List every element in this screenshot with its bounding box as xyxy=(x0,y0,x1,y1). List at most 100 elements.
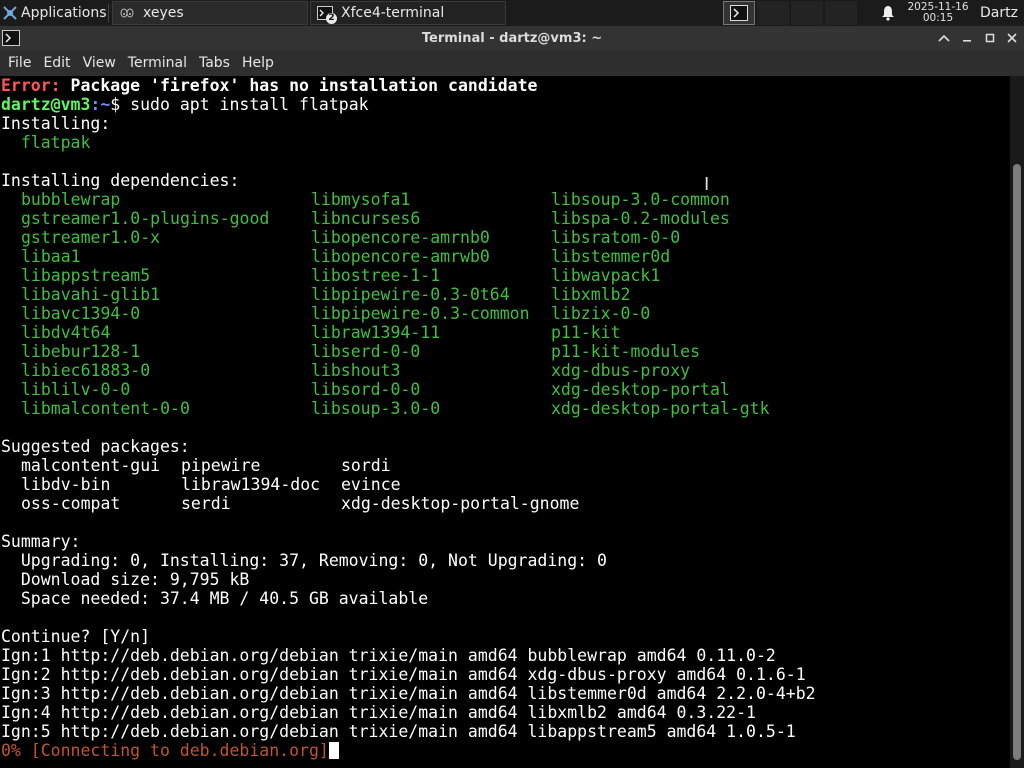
suggested-package: xdg-desktop-portal-gnome xyxy=(341,494,580,513)
taskbar-button-terminal[interactable]: 2 Xfce4-terminal xyxy=(310,1,506,25)
ign-line: Ign:5 http://deb.debian.org/debian trixi… xyxy=(1,722,796,741)
window-titlebar[interactable]: Terminal - dartz@vm3: ~ xyxy=(0,26,1024,50)
suggested-row: oss-compat serdi xdg-desktop-portal-gnome xyxy=(0,494,1010,513)
window-menu-icon[interactable] xyxy=(1,29,21,47)
top-panel: Applications xeyes 2 Xfce4-terminal 2025… xyxy=(0,0,1024,26)
dependency-package: libappstream5 xyxy=(21,266,151,285)
ign-line: Ign:1 http://deb.debian.org/debian trixi… xyxy=(1,646,776,665)
scrollbar-thumb[interactable] xyxy=(1013,164,1021,760)
dependency-package: libpipewire-0.3-0t64 xyxy=(311,285,510,304)
dependency-package: libiec61883-0 xyxy=(21,361,151,380)
dependency-package: libopencore-amrwb0 xyxy=(311,247,490,266)
workspace-3-button[interactable] xyxy=(791,1,823,25)
menu-help[interactable]: Help xyxy=(237,50,279,76)
dependency-package: libraw1394-11 xyxy=(311,323,441,342)
dependency-row: liblilv-0-0 libsord-0-0 xdg-desktop-portal xyxy=(0,380,1010,399)
menu-terminal[interactable]: Terminal xyxy=(123,50,192,76)
maximize-button[interactable] xyxy=(980,28,1000,48)
dependency-package: libmalcontent-0-0 xyxy=(21,399,190,418)
workspace-1-button[interactable] xyxy=(723,1,755,25)
minimize-button[interactable] xyxy=(957,28,977,48)
progress-text: 0% [Connecting to deb.debian.org] xyxy=(1,741,329,760)
user-menu[interactable]: Dartz xyxy=(974,5,1024,21)
terminal-output[interactable]: Error: Package 'firefox' has no installa… xyxy=(0,76,1010,768)
dependency-package: libavc1394-0 xyxy=(21,304,141,323)
dependency-row: bubblewrap libmysofa1 libsoup-3.0-common xyxy=(0,190,1010,209)
dependency-package: gstreamer1.0-x xyxy=(21,228,161,247)
menu-edit[interactable]: Edit xyxy=(38,50,75,76)
dependency-package: libmysofa1 xyxy=(311,190,411,209)
error-label: Error: xyxy=(1,76,61,95)
menubar: File Edit View Terminal Tabs Help xyxy=(0,50,1024,76)
suggested-package: libraw1394-doc xyxy=(181,475,321,494)
workspace-2-button[interactable] xyxy=(757,1,789,25)
dependency-package: libsratom-0-0 xyxy=(551,228,681,247)
installing-label: Installing: xyxy=(1,114,111,133)
dependency-package: libostree-1-1 xyxy=(311,266,441,285)
dependency-package: gstreamer1.0-plugins-good xyxy=(21,209,270,228)
clock-time: 00:15 xyxy=(922,12,954,24)
dependency-row: libdv4t64 libraw1394-11 p11-kit xyxy=(0,323,1010,342)
dependency-package: libavahi-glib1 xyxy=(21,285,161,304)
dependency-package: libxmlb2 xyxy=(551,285,631,304)
applications-label: Applications xyxy=(21,5,107,21)
window-count-badge: 2 xyxy=(326,13,337,24)
text-cursor xyxy=(328,742,339,759)
panel-clock[interactable]: 2025-11-16 00:15 xyxy=(902,2,974,24)
summary-label: Summary: xyxy=(1,532,81,551)
menu-file[interactable]: File xyxy=(3,50,36,76)
dependencies-list: bubblewrap libmysofa1 libsoup-3.0-common gs… xyxy=(0,190,1010,418)
workspace-4-button[interactable] xyxy=(825,1,857,25)
menu-view[interactable]: View xyxy=(78,50,121,76)
suggested-package: libdv-bin xyxy=(21,475,111,494)
dependency-package: libdv4t64 xyxy=(21,323,111,342)
ign-line: Ign:2 http://deb.debian.org/debian trixi… xyxy=(1,665,806,684)
dependency-package: libspa-0.2-modules xyxy=(551,209,730,228)
summary-line: Upgrading: 0, Installing: 37, Removing: … xyxy=(1,551,607,570)
dependency-package: libsoup-3.0-0 xyxy=(311,399,441,418)
xfce-logo-icon xyxy=(2,5,18,21)
prompt-user: dartz@vm3 xyxy=(1,95,91,114)
shade-button[interactable] xyxy=(934,28,954,48)
dependency-package: bubblewrap xyxy=(21,190,121,209)
suggested-row: libdv-bin libraw1394-doc evince xyxy=(0,475,1010,494)
dependency-package: libaa1 xyxy=(21,247,81,266)
suggested-package: malcontent-gui xyxy=(21,456,161,475)
command-text: sudo apt install flatpak xyxy=(130,95,369,114)
dependency-row: libappstream5 libostree-1-1 libwavpack1 xyxy=(0,266,1010,285)
dependency-package: libsord-0-0 xyxy=(311,380,421,399)
progress-line: 0% [Connecting to deb.debian.org] xyxy=(0,741,1010,760)
dependency-package: libwavpack1 xyxy=(551,266,661,285)
dependency-package: xdg-desktop-portal xyxy=(551,380,730,399)
dependency-package: libzix-0-0 xyxy=(551,304,651,323)
close-button[interactable] xyxy=(1002,28,1022,48)
applications-menu-button[interactable]: Applications xyxy=(0,0,108,26)
dependency-row: gstreamer1.0-x libopencore-amrnb0 libsrato… xyxy=(0,228,1010,247)
vertical-scrollbar[interactable] xyxy=(1010,76,1024,768)
notification-bell-icon[interactable] xyxy=(874,5,902,21)
panel-separator xyxy=(108,4,109,22)
dependency-package: libopencore-amrnb0 xyxy=(311,228,490,247)
installing-package: flatpak xyxy=(1,133,91,152)
taskbar-label-xeyes: xeyes xyxy=(143,5,184,21)
dependency-package: p11-kit-modules xyxy=(551,342,701,361)
summary-line: Download size: 9,795 kB xyxy=(1,570,250,589)
ign-line: Ign:3 http://deb.debian.org/debian trixi… xyxy=(1,684,816,703)
taskbar-button-xeyes[interactable]: xeyes xyxy=(112,1,308,25)
suggested-package: serdi xyxy=(181,494,231,513)
suggested-package: evince xyxy=(341,475,401,494)
command-line: dartz@vm3:~$ sudo apt install flatpak xyxy=(0,95,1010,114)
dependency-row: libaa1 libopencore-amrwb0 libstemmer0d xyxy=(0,247,1010,266)
prompt-path: :~ xyxy=(90,95,111,114)
suggested-package: sordi xyxy=(341,456,391,475)
dependency-package: liblilv-0-0 xyxy=(21,380,131,399)
dependency-package: libserd-0-0 xyxy=(311,342,421,361)
menu-tabs[interactable]: Tabs xyxy=(194,50,235,76)
window-title: Terminal - dartz@vm3: ~ xyxy=(421,30,603,46)
suggested-label: Suggested packages: xyxy=(1,437,190,456)
dependency-row: libmalcontent-0-0 libsoup-3.0-0 xdg-deskto… xyxy=(0,399,1010,418)
dependency-row: libavahi-glib1 libpipewire-0.3-0t64 libxml… xyxy=(0,285,1010,304)
